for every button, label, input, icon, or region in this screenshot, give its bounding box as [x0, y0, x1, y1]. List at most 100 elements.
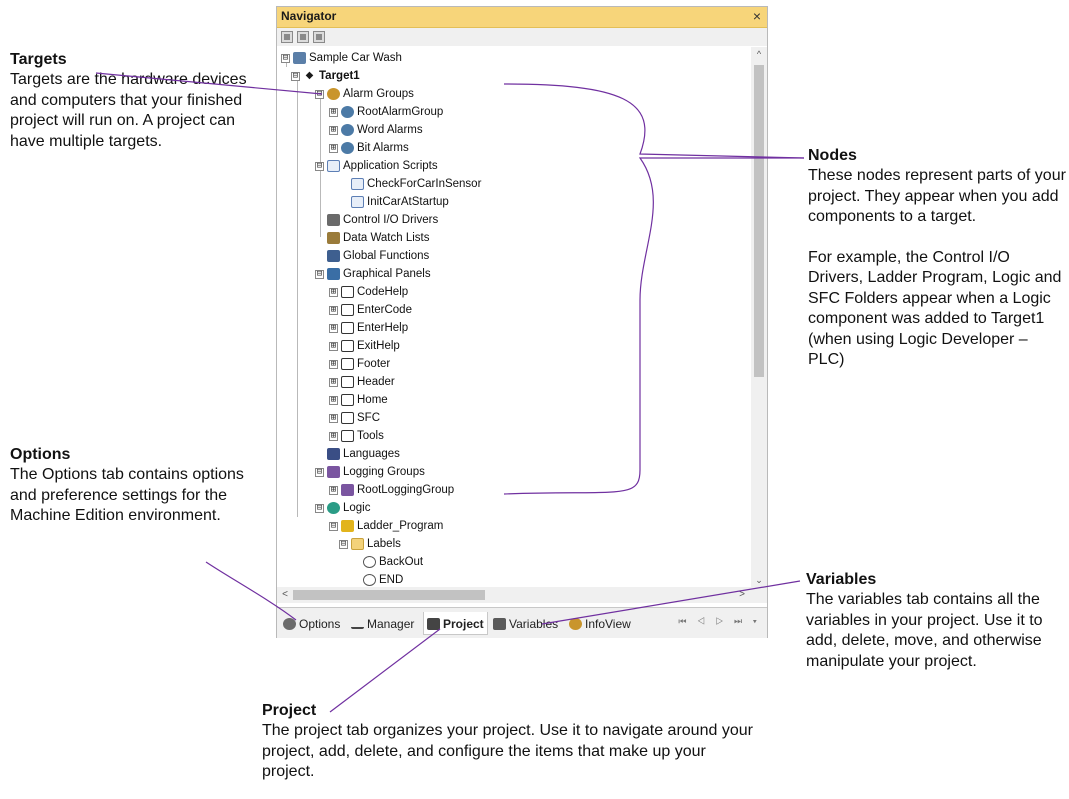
- tree-node[interactable]: ⊞ Home: [329, 391, 388, 409]
- tree-node[interactable]: ⊞ Word Alarms: [329, 121, 423, 139]
- toolbar-button-3[interactable]: [313, 31, 325, 43]
- expand-icon[interactable]: ⊞: [329, 413, 338, 423]
- collapse-icon[interactable]: ⊟: [315, 161, 324, 171]
- horizontal-scroll-thumb[interactable]: [293, 590, 485, 600]
- variables-callout: Variables The variables tab contains all…: [806, 570, 1056, 672]
- panel-icon: [341, 304, 354, 316]
- expand-icon[interactable]: ⊞: [329, 143, 338, 153]
- panel-icon: [341, 430, 354, 442]
- io-drivers-icon: [327, 214, 340, 226]
- tree-node[interactable]: ⊞ Header: [329, 373, 395, 391]
- close-icon[interactable]: ×: [753, 8, 761, 24]
- options-callout: Options The Options tab contains options…: [10, 445, 250, 527]
- tree-node[interactable]: END: [351, 571, 403, 587]
- tree-node[interactable]: ⊟ Logic: [315, 499, 371, 517]
- tree-node-label: Alarm Groups: [343, 88, 414, 100]
- tree-node[interactable]: ⊞ RootAlarmGroup: [329, 103, 443, 121]
- tree-node[interactable]: Data Watch Lists: [315, 229, 430, 247]
- panel-icon: [341, 358, 354, 370]
- scroll-down-icon[interactable]: ⌄: [751, 573, 767, 587]
- tree-node[interactable]: ⊟ Logging Groups: [315, 463, 425, 481]
- tree-node-label: Target1: [319, 70, 360, 82]
- tree-node[interactable]: ⊟ Graphical Panels: [315, 265, 431, 283]
- tree-node-label: Sample Car Wash: [309, 52, 402, 64]
- expand-icon[interactable]: ⊞: [329, 287, 338, 297]
- collapse-icon[interactable]: ⊟: [315, 503, 324, 513]
- tree-node[interactable]: ⊟ Sample Car Wash: [281, 49, 402, 67]
- tree-node[interactable]: ⊟ Ladder_Program: [329, 517, 443, 535]
- toolbar-button-1[interactable]: [281, 31, 293, 43]
- script-icon: [351, 196, 364, 208]
- tree-node[interactable]: ⊞ Bit Alarms: [329, 139, 409, 157]
- scroll-right-icon[interactable]: >: [735, 587, 749, 603]
- nodes-callout: Nodes These nodes represent parts of you…: [808, 146, 1066, 371]
- expand-icon[interactable]: ⊞: [329, 377, 338, 387]
- expand-icon[interactable]: ⊞: [329, 125, 338, 135]
- tab-variables[interactable]: Variables: [493, 612, 558, 634]
- tree-node[interactable]: InitCarAtStartup: [339, 193, 449, 211]
- tree-node[interactable]: ⊟ Application Scripts: [315, 157, 438, 175]
- logic-icon: [327, 502, 340, 514]
- tab-nav-buttons[interactable]: ⏮ ◁ ▷ ⏭ ▾: [678, 616, 761, 627]
- collapse-icon[interactable]: ⊟: [315, 89, 324, 99]
- expand-icon[interactable]: ⊞: [329, 323, 338, 333]
- horizontal-scrollbar[interactable]: < >: [277, 587, 751, 603]
- tree-node[interactable]: ⊞ CodeHelp: [329, 283, 408, 301]
- tree-node[interactable]: BackOut: [351, 553, 423, 571]
- tree-node[interactable]: Control I/O Drivers: [315, 211, 438, 229]
- tree-node-label: Control I/O Drivers: [343, 214, 439, 226]
- ladder-icon: [341, 520, 354, 532]
- scroll-up-icon[interactable]: ^: [751, 47, 767, 61]
- tree-node[interactable]: Global Functions: [315, 247, 429, 265]
- tree-node[interactable]: ⊞ Tools: [329, 427, 384, 445]
- tree-node-label: Languages: [343, 448, 400, 460]
- expand-icon[interactable]: ⊞: [329, 485, 338, 495]
- tree-node-label: Logging Groups: [343, 466, 425, 478]
- tab-options[interactable]: Options: [283, 612, 340, 634]
- nodes-text: These nodes represent parts of your proj…: [808, 167, 1066, 225]
- collapse-icon[interactable]: ⊟: [315, 467, 324, 477]
- vertical-scroll-thumb[interactable]: [754, 65, 764, 377]
- collapse-icon[interactable]: ⊟: [329, 521, 338, 531]
- panel-icon: [341, 340, 354, 352]
- tree-node[interactable]: ⊞ ExitHelp: [329, 337, 400, 355]
- expand-icon[interactable]: ⊞: [329, 107, 338, 117]
- tree-node-label: Application Scripts: [343, 160, 438, 172]
- project-text: The project tab organizes your project. …: [262, 722, 753, 780]
- expand-icon[interactable]: ⊞: [329, 341, 338, 351]
- tree-node[interactable]: ⊞ SFC: [329, 409, 380, 427]
- tree-node-label: Word Alarms: [357, 124, 423, 136]
- tree-node[interactable]: CheckForCarInSensor: [339, 175, 481, 193]
- tab-label: Manager: [367, 616, 415, 631]
- vertical-scrollbar[interactable]: ^ ⌄: [751, 47, 767, 587]
- tab-infoview[interactable]: InfoView: [569, 612, 631, 634]
- tree-node[interactable]: ⊞ RootLoggingGroup: [329, 481, 454, 499]
- tree-node[interactable]: Languages: [315, 445, 400, 463]
- collapse-icon[interactable]: ⊟: [281, 53, 290, 63]
- tree-node[interactable]: ⊟ ◆ Target1: [291, 67, 360, 85]
- collapse-icon[interactable]: ⊟: [339, 539, 348, 549]
- tree-node[interactable]: ⊞ Footer: [329, 355, 390, 373]
- tab-manager[interactable]: Manager: [351, 612, 414, 634]
- tree-node[interactable]: ⊟ Alarm Groups: [315, 85, 414, 103]
- project-icon: [427, 617, 440, 630]
- navigator-title-bar[interactable]: Navigator ×: [277, 7, 767, 28]
- expand-icon[interactable]: ⊞: [329, 431, 338, 441]
- toolbar-button-2[interactable]: [297, 31, 309, 43]
- collapse-icon[interactable]: ⊟: [315, 269, 324, 279]
- collapse-icon[interactable]: ⊟: [291, 71, 300, 81]
- tree-node[interactable]: ⊞ EnterCode: [329, 301, 412, 319]
- scroll-left-icon[interactable]: <: [278, 587, 292, 603]
- expand-icon[interactable]: ⊞: [329, 395, 338, 405]
- tree-node[interactable]: ⊞ EnterHelp: [329, 319, 408, 337]
- tree-node-label: Home: [357, 394, 388, 406]
- expand-icon[interactable]: ⊞: [329, 305, 338, 315]
- variables-heading: Variables: [806, 571, 877, 588]
- tree-node-label: EnterHelp: [357, 322, 409, 334]
- scripts-icon: [327, 160, 340, 172]
- expand-icon[interactable]: ⊞: [329, 359, 338, 369]
- tab-project[interactable]: Project: [423, 612, 488, 635]
- tree-node[interactable]: ⊟ Labels: [339, 535, 401, 553]
- tree-node-label: RootAlarmGroup: [357, 106, 444, 118]
- alarm-groups-icon: [327, 88, 340, 100]
